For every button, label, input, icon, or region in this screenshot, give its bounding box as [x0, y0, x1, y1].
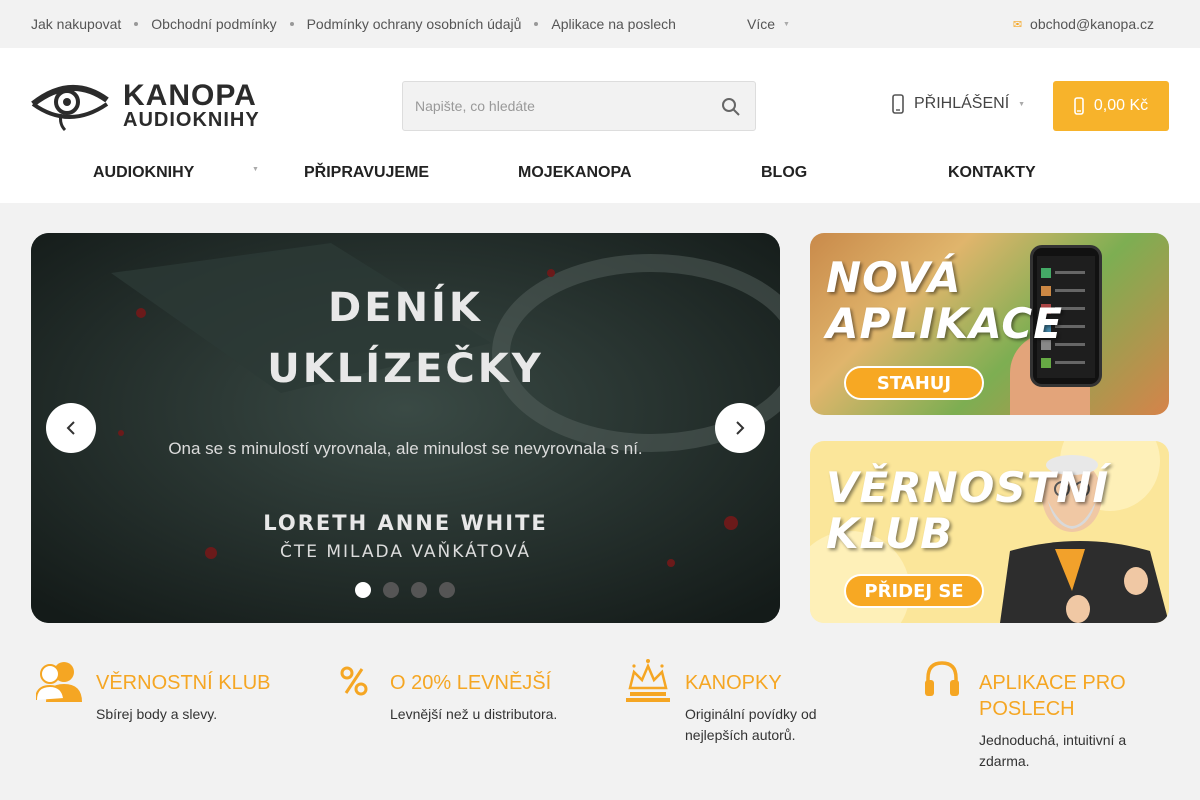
download-app-button[interactable]: STAHUJ — [844, 366, 984, 400]
eye-logo-icon — [31, 85, 109, 132]
header: KANOPA AUDIOKNIHY PŘIHLÁŠENÍ ▼ 0,00 Kč A… — [0, 48, 1200, 203]
hero-reader: ČTE MILADA VAŇKÁTOVÁ — [279, 542, 532, 562]
top-links: Jak nakupovat Obchodní podmínky Podmínky… — [31, 0, 676, 48]
slider-dot[interactable] — [439, 582, 455, 598]
slider-dot[interactable] — [411, 582, 427, 598]
slider-next-button[interactable] — [715, 403, 765, 453]
feature-title: KANOPKY — [685, 672, 782, 694]
logo[interactable]: KANOPA AUDIOKNIHY — [31, 78, 259, 134]
hero-tagline: Ona se s minulostí vyrovnala, ale minulo… — [168, 439, 643, 458]
banner-new-app[interactable]: NOVÁ APLIKACE STAHUJ — [810, 233, 1169, 415]
logo-brand: KANOPA — [123, 79, 257, 112]
email-text: obchod@kanopa.cz — [1030, 16, 1154, 32]
feature-text: Originální povídky od nejlepších autorů. — [685, 706, 817, 743]
features-row: VĚRNOSTNÍ KLUB Sbírej body a slevy. O 20… — [0, 650, 1200, 800]
banner-loyalty-club[interactable]: VĚRNOSTNÍ KLUB PŘIDEJ SE — [810, 441, 1169, 623]
nav-item-kontakty[interactable]: KONTAKTY — [948, 164, 1036, 182]
users-icon — [36, 662, 82, 702]
chevron-left-icon — [66, 421, 75, 435]
chevron-down-icon: ▼ — [783, 20, 790, 28]
feature-text: Levnější než u distributora. — [390, 706, 558, 722]
hero-title-line2: UKLÍZEČKY — [267, 346, 544, 392]
percent-icon — [340, 666, 368, 696]
top-link-jak-nakupovat[interactable]: Jak nakupovat — [31, 16, 121, 32]
email-link[interactable]: ✉ obchod@kanopa.cz — [1013, 16, 1154, 32]
feature-text: Jednoduchá, intuitivní a zdarma. — [979, 732, 1127, 769]
banner-club-title-line2: KLUB — [826, 509, 954, 558]
slider-dot[interactable] — [355, 582, 371, 598]
search-input[interactable] — [403, 82, 703, 130]
top-bar: Jak nakupovat Obchodní podmínky Podmínky… — [0, 0, 1200, 48]
main-nav: AUDIOKNIHY ▼ PŘIPRAVUJEME MOJEKANOPA BLO… — [0, 160, 1200, 186]
headphones-icon — [925, 661, 959, 696]
nav-item-audioknihy[interactable]: AUDIOKNIHY — [93, 164, 194, 182]
mail-icon: ✉ — [1012, 18, 1023, 31]
feature-title: APLIKACE PRO POSLECH — [979, 672, 1126, 720]
phone-user-icon — [892, 94, 904, 114]
nav-item-blog[interactable]: BLOG — [761, 164, 807, 182]
crown-icon — [626, 659, 670, 702]
nav-item-pripravujeme[interactable]: PŘIPRAVUJEME — [304, 164, 429, 182]
search-icon[interactable] — [721, 97, 741, 117]
feature-title: VĚRNOSTNÍ KLUB — [96, 672, 271, 694]
banner-app-title: NOVÁ APLIKACE — [826, 255, 1063, 347]
login-label: PŘIHLÁŠENÍ — [914, 95, 1010, 112]
top-link-ochrana-udaju[interactable]: Podmínky ochrany osobních údajů — [307, 16, 522, 32]
banner-app-title-line2: APLIKACE — [826, 299, 1063, 348]
banner-club-title-line1: VĚRNOSTNÍ — [826, 463, 1110, 512]
cart-button[interactable]: 0,00 Kč — [1053, 81, 1169, 131]
slider-prev-button[interactable] — [46, 403, 96, 453]
login-button[interactable]: PŘIHLÁŠENÍ ▼ — [892, 94, 1025, 114]
cart-total: 0,00 Kč — [1093, 97, 1149, 114]
slider-dots — [355, 582, 467, 598]
separator-dot — [534, 22, 539, 26]
hero-title-line1: DENÍK — [328, 285, 483, 331]
more-label: Více — [747, 16, 776, 32]
more-menu[interactable]: Více ▼ — [747, 16, 790, 32]
chevron-right-icon — [736, 421, 745, 435]
separator-dot — [134, 22, 139, 26]
feature-text: Sbírej body a slevy. — [96, 706, 218, 722]
logo-subtitle: AUDIOKNIHY — [123, 109, 260, 131]
join-club-button[interactable]: PŘIDEJ SE — [844, 574, 984, 608]
feature-title: O 20% LEVNĚJŠÍ — [390, 672, 552, 694]
hero-author: LORETH ANNE WHITE — [263, 511, 548, 535]
cart-icon — [1074, 97, 1084, 115]
hero-slider[interactable]: DENÍK UKLÍZEČKY Ona se s minulostí vyrov… — [31, 233, 780, 623]
top-link-aplikace[interactable]: Aplikace na poslech — [551, 16, 676, 32]
top-link-obchodni-podminky[interactable]: Obchodní podmínky — [151, 16, 276, 32]
banner-app-title-line1: NOVÁ — [826, 253, 962, 302]
nav-item-mojekanopa[interactable]: MOJEKANOPA — [518, 164, 632, 182]
chevron-down-icon[interactable]: ▼ — [252, 166, 259, 173]
chevron-down-icon: ▼ — [1018, 100, 1026, 108]
banner-club-title: VĚRNOSTNÍ KLUB — [826, 465, 1109, 557]
slider-dot[interactable] — [383, 582, 399, 598]
search-box — [402, 81, 756, 131]
separator-dot — [289, 22, 294, 26]
